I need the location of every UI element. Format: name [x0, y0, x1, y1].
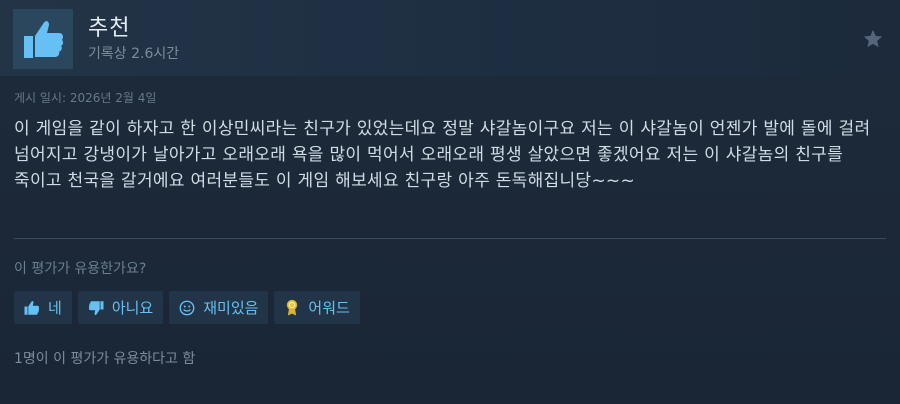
thumbs-down-icon	[86, 298, 106, 318]
review-header: 추천 기록상 2.6시간	[0, 0, 900, 76]
vote-no-label: 아니요	[111, 299, 154, 317]
thumbs-up-icon	[22, 298, 42, 318]
vote-no-button[interactable]: 아니요	[77, 291, 164, 324]
vote-yes-label: 네	[48, 299, 62, 317]
award-icon	[282, 298, 302, 318]
vote-funny-button[interactable]: 재미있음	[169, 291, 269, 324]
posted-date: 게시 일시: 2026년 2월 4일	[14, 91, 157, 105]
hours-played: 기록상 2.6시간	[88, 46, 180, 62]
award-label: 어워드	[308, 299, 350, 317]
vote-yes-button[interactable]: 네	[14, 291, 72, 324]
helpful-count: 1명이 이 평가가 유용하다고 함	[14, 351, 196, 367]
smiley-icon	[177, 298, 197, 318]
review-verdict: 추천	[88, 16, 131, 41]
vote-funny-label: 재미있음	[203, 299, 259, 317]
divider	[14, 238, 886, 239]
star-icon[interactable]	[862, 28, 884, 50]
vote-buttons: 네 아니요 재미있음 어워드	[14, 291, 360, 324]
review-card: 추천 기록상 2.6시간 게시 일시: 2026년 2월 4일 이 게임을 같이…	[0, 0, 900, 404]
review-body: 이 게임을 같이 하자고 한 이상민씨라는 친구가 있었는데요 정말 샤갈놈이구…	[14, 119, 871, 191]
recommended-thumbs-up-icon	[13, 9, 73, 69]
award-button[interactable]: 어워드	[274, 291, 360, 324]
helpful-question: 이 평가가 유용한가요?	[14, 261, 147, 277]
